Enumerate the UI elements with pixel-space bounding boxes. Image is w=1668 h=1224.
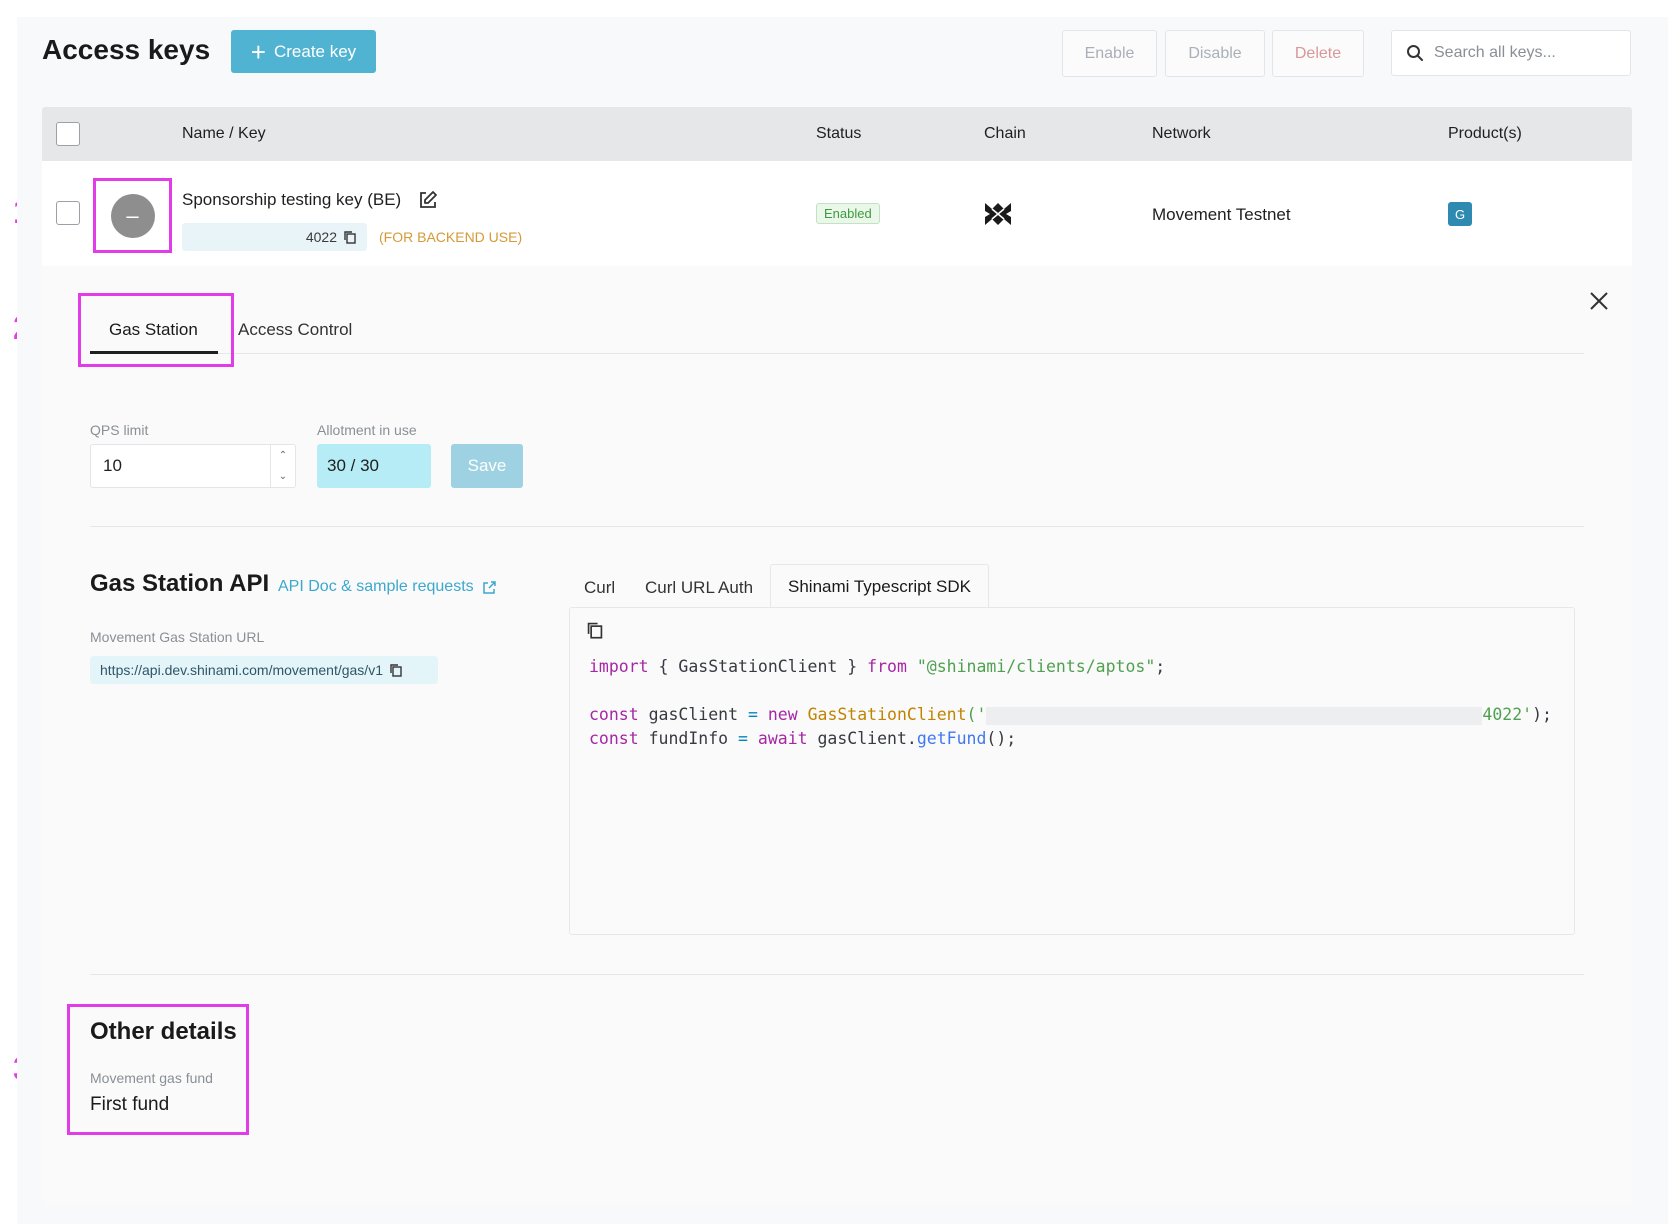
qps-label: QPS limit [90,422,149,438]
code-token: const [589,729,639,748]
chevron-up-icon[interactable]: ⌃ [279,450,287,461]
col-products: Product(s) [1448,125,1522,142]
key-suffix: 4022 [305,229,337,245]
col-chain: Chain [984,125,1026,142]
code-tab-typescript-sdk[interactable]: Shinami Typescript SDK [770,564,989,608]
fund-label: Movement gas fund [90,1070,213,1086]
create-key-button[interactable]: + Create key [231,30,376,73]
movement-chain-icon [985,203,1011,225]
create-key-label: Create key [273,41,357,61]
code-token: from [867,657,907,676]
code-token: ); [1532,705,1552,724]
product-badge: G [1448,202,1472,226]
avatar: – [110,193,155,238]
code-token: 4022' [1482,705,1533,724]
key-name: Sponsorship testing key (BE) [182,190,402,209]
save-button[interactable]: Save [451,444,523,488]
search-icon [1407,45,1423,61]
chevron-down-icon[interactable]: ⌄ [279,471,287,482]
edit-icon[interactable] [417,189,439,211]
code-line-3: const fundInfo = await gasClient.getFund… [589,727,1016,751]
code-token: gasClient [638,705,748,724]
table-header: Name / Key Status Chain Network Product(… [42,107,1632,161]
code-token: import [589,657,649,676]
tab-access-control[interactable]: Access Control [238,320,352,340]
qps-value: 10 [103,456,122,475]
copy-code-icon[interactable] [586,621,604,639]
code-token: = [738,729,748,748]
allotment-value: 30 / 30 [317,444,431,488]
code-token: "@shinami/clients/aptos" [906,657,1156,676]
other-details-title: Other details [90,1018,237,1045]
plus-icon: + [250,36,266,67]
code-token: getFund [916,729,987,748]
url-label: Movement Gas Station URL [90,629,265,645]
allotment-label: Allotment in use [317,422,417,438]
network-value: Movement Testnet [1152,205,1291,224]
fund-value: First fund [90,1094,170,1115]
code-token: await [747,729,808,748]
code-token: new [757,705,798,724]
active-tab-indicator [90,351,218,354]
col-network: Network [1152,125,1211,142]
delete-button[interactable]: Delete [1272,30,1364,77]
redacted-key [986,706,1483,725]
search-input[interactable]: Search all keys... [1391,30,1631,76]
code-token: (); [986,729,1017,748]
section-divider [90,526,1584,527]
code-tab-curl-url-auth[interactable]: Curl URL Auth [645,578,753,598]
api-title: Gas Station API [90,570,270,597]
external-link-icon [482,580,496,594]
qps-input[interactable]: 10 ⌃ ⌄ [90,444,296,488]
code-token: GasStationClient [797,705,967,724]
status-badge: Enabled [816,203,880,224]
copy-icon[interactable] [343,230,357,244]
code-token: { GasStationClient } [648,657,868,676]
code-token: (' [966,705,987,724]
col-status: Status [816,125,862,142]
code-token: = [747,705,758,724]
search-placeholder: Search all keys... [1434,44,1556,61]
code-token: ; [1155,657,1166,676]
copy-url-icon[interactable] [389,663,403,677]
url-pill[interactable]: https://api.dev.shinami.com/movement/gas… [90,656,438,684]
avatar-glyph: – [126,202,139,228]
code-line-1: import { GasStationClient } from "@shina… [589,655,1165,679]
row-checkbox[interactable] [56,201,80,225]
key-note: (FOR BACKEND USE) [379,229,523,245]
code-token: const [589,705,639,724]
tab-divider [90,353,1584,354]
col-name-key: Name / Key [182,125,266,142]
page-title: Access keys [42,34,211,65]
enable-button[interactable]: Enable [1062,30,1157,77]
avatar-highlight: – [93,178,172,253]
code-line-2: const gasClient = new GasStationClient('… [589,703,1552,727]
key-value-pill[interactable]: 4022 [182,223,367,251]
code-tab-curl[interactable]: Curl [584,578,615,598]
code-token: fundInfo [638,729,739,748]
section-divider-2 [90,974,1584,975]
api-doc-link-label: API Doc & sample requests [278,578,474,595]
tab-gas-station[interactable]: Gas Station [109,320,198,340]
api-doc-link[interactable]: API Doc & sample requests [278,578,497,596]
code-token: gasClient. [807,729,917,748]
select-all-checkbox[interactable] [56,122,80,146]
disable-button[interactable]: Disable [1165,30,1265,77]
qps-stepper[interactable]: ⌃ ⌄ [270,445,295,487]
url-value: https://api.dev.shinami.com/movement/gas… [100,662,383,678]
close-icon[interactable] [1587,289,1611,313]
